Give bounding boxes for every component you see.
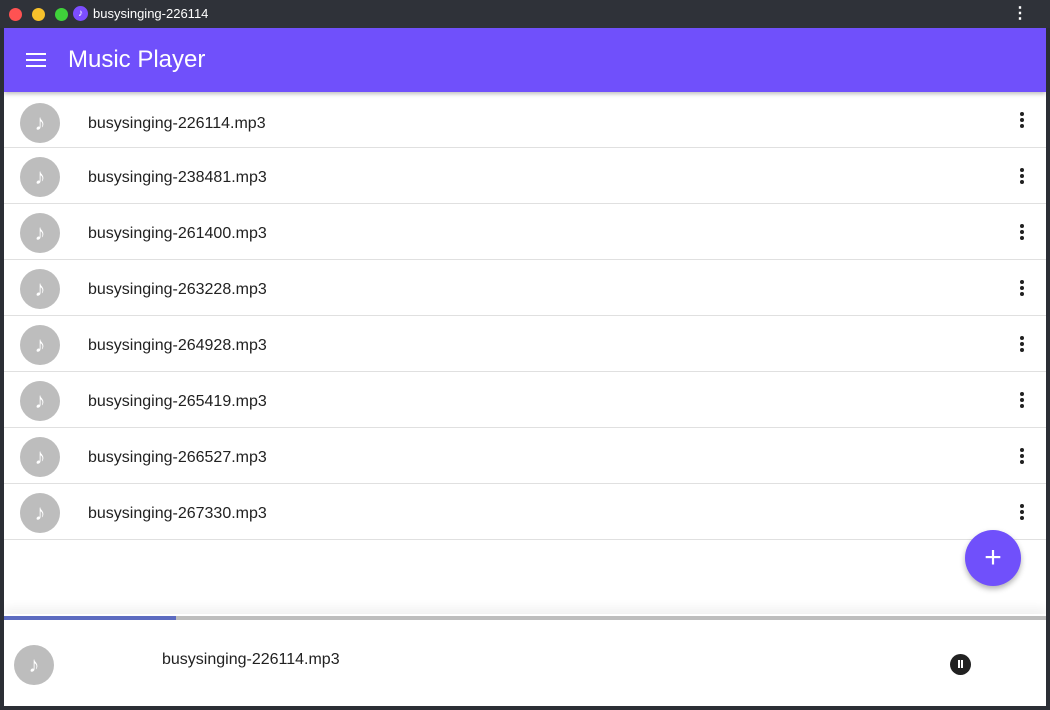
- hamburger-menu-icon[interactable]: [26, 53, 46, 67]
- more-vertical-icon[interactable]: [1018, 504, 1026, 522]
- track-title: busysinging-266527.mp3: [88, 449, 267, 466]
- track-row[interactable]: ♪ busysinging-238481.mp3: [4, 148, 1046, 204]
- music-note-icon: ♪: [20, 493, 60, 533]
- add-track-button[interactable]: +: [965, 530, 1021, 586]
- page-title: Music Player: [68, 46, 206, 73]
- window-minimize-button[interactable]: [32, 8, 45, 21]
- now-playing-bar: ♪ busysinging-226114.mp3: [4, 614, 1046, 706]
- track-title: busysinging-264928.mp3: [88, 337, 267, 354]
- track-title: busysinging-267330.mp3: [88, 505, 267, 522]
- music-note-icon: ♪: [20, 213, 60, 253]
- music-note-icon: ♪: [20, 103, 60, 143]
- now-playing-music-note-icon: ♪: [14, 645, 54, 685]
- track-list: ♪ busysinging-226114.mp3 ♪ busysinging-2384…: [4, 92, 1046, 540]
- window-close-button[interactable]: [9, 8, 22, 21]
- track-title: busysinging-261400.mp3: [88, 225, 267, 242]
- track-row[interactable]: ♪ busysinging-261400.mp3: [4, 204, 1046, 260]
- more-vertical-icon[interactable]: [1018, 448, 1026, 466]
- more-vertical-icon[interactable]: [1018, 168, 1026, 186]
- add-icon: +: [984, 541, 1002, 574]
- window-menu-icon[interactable]: ⋮: [1012, 6, 1028, 22]
- music-note-icon: ♪: [73, 6, 88, 21]
- more-vertical-icon[interactable]: [1018, 224, 1026, 242]
- music-note-icon: ♪: [20, 381, 60, 421]
- music-note-icon: ♪: [20, 437, 60, 477]
- progress-bar[interactable]: [4, 616, 1046, 620]
- now-playing-title: busysinging-226114.mp3: [162, 651, 340, 668]
- window-maximize-button[interactable]: [55, 8, 68, 21]
- music-note-icon: ♪: [20, 325, 60, 365]
- window-titlebar: ♪ busysinging-226114 ⋮: [0, 0, 1050, 28]
- track-row[interactable]: ♪ busysinging-267330.mp3: [4, 484, 1046, 540]
- track-title: busysinging-265419.mp3: [88, 393, 267, 410]
- app-bar: Music Player: [4, 28, 1046, 92]
- track-row[interactable]: ♪ busysinging-226114.mp3: [4, 92, 1046, 148]
- music-note-icon: ♪: [20, 157, 60, 197]
- track-row[interactable]: ♪ busysinging-263228.mp3: [4, 260, 1046, 316]
- more-vertical-icon[interactable]: [1018, 392, 1026, 410]
- pause-button[interactable]: [950, 654, 971, 675]
- track-row[interactable]: ♪ busysinging-266527.mp3: [4, 428, 1046, 484]
- track-title: busysinging-238481.mp3: [88, 169, 267, 186]
- more-vertical-icon[interactable]: [1018, 280, 1026, 298]
- app-window: Music Player ♪ busysinging-226114.mp3 ♪ bus…: [4, 28, 1046, 706]
- track-title: busysinging-263228.mp3: [88, 281, 267, 298]
- pause-icon: [958, 660, 960, 668]
- more-vertical-icon[interactable]: [1018, 336, 1026, 354]
- window-title: busysinging-226114: [93, 6, 209, 21]
- music-note-icon: ♪: [20, 269, 60, 309]
- track-row[interactable]: ♪ busysinging-265419.mp3: [4, 372, 1046, 428]
- progress-fill: [4, 616, 176, 620]
- track-row[interactable]: ♪ busysinging-264928.mp3: [4, 316, 1046, 372]
- more-vertical-icon[interactable]: [1018, 112, 1026, 130]
- track-title: busysinging-226114.mp3: [88, 115, 266, 132]
